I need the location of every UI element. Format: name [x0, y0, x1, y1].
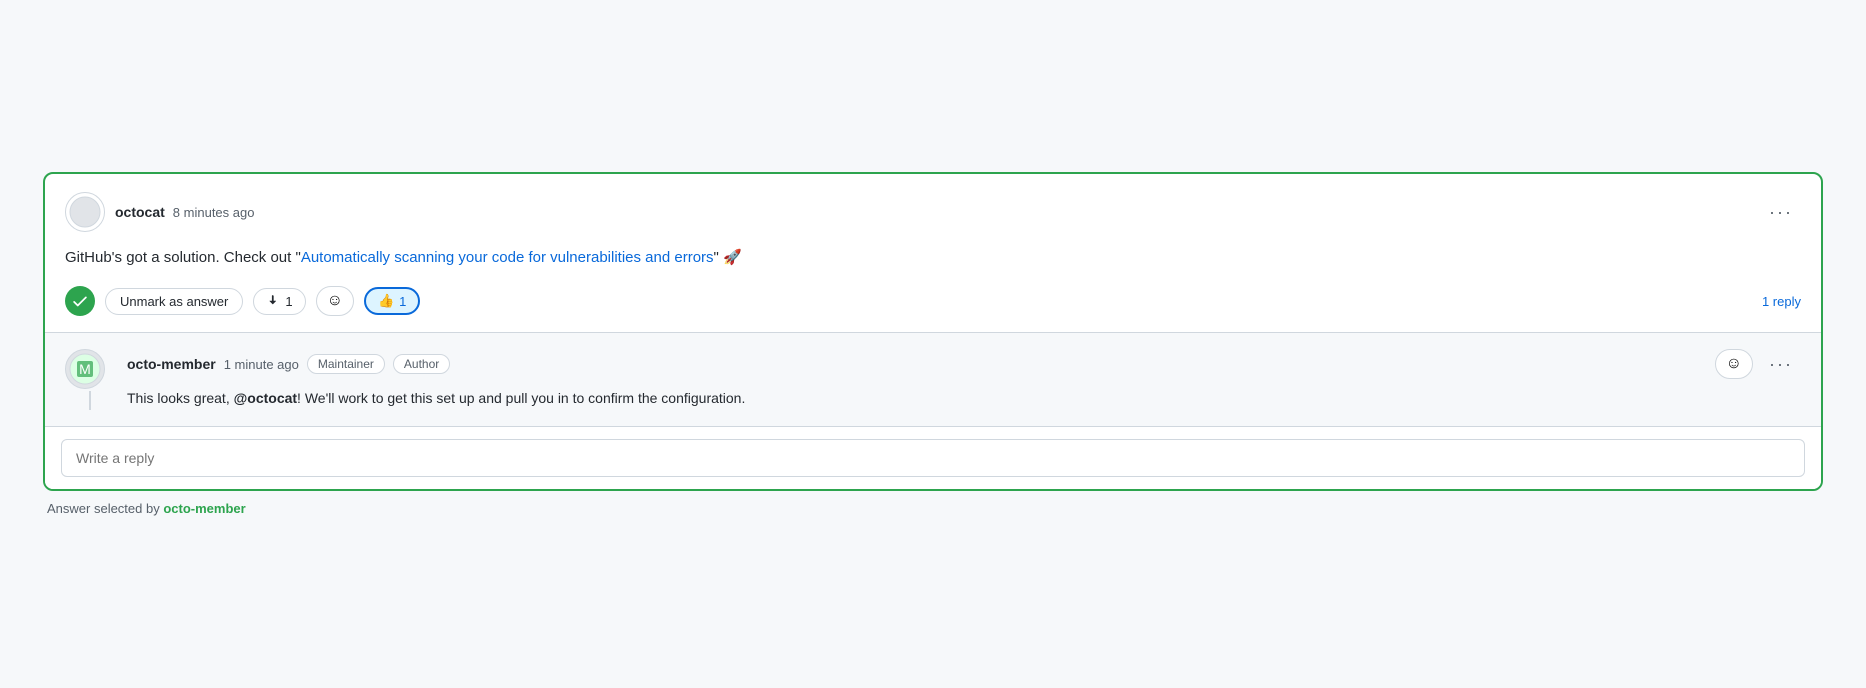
- reply-add-reaction-button[interactable]: ☺: [1715, 349, 1753, 379]
- unmark-answer-button[interactable]: Unmark as answer: [105, 288, 243, 315]
- octocat-icon: 🐱: [69, 196, 101, 228]
- mention-octocat: @octocat: [234, 390, 297, 406]
- article-link[interactable]: Automatically scanning your code for vul…: [301, 249, 714, 266]
- link-emoji: 🚀: [719, 249, 742, 266]
- reply-smiley-icon: ☺: [1726, 355, 1742, 373]
- comment-actions: Unmark as answer 1 ☺ 👍 1 1 reply: [65, 286, 1801, 316]
- svg-text:M: M: [79, 361, 91, 377]
- comment-header: 🐱 octocat 8 minutes ago ···: [65, 192, 1801, 232]
- reply-header: octo-member 1 minute ago Maintainer Auth…: [127, 349, 1801, 379]
- reply-author-name: octo-member: [127, 356, 216, 372]
- write-reply-section: [45, 426, 1821, 489]
- more-options-button[interactable]: ···: [1761, 198, 1801, 227]
- add-reaction-button[interactable]: ☺: [316, 286, 354, 316]
- reply-content: octo-member 1 minute ago Maintainer Auth…: [127, 349, 1801, 409]
- thumbsup-reaction-button[interactable]: 👍 1: [364, 287, 420, 315]
- avatar: 🐱: [65, 192, 105, 232]
- reply-section: M octo-member 1 minute ago Maintainer Au…: [45, 333, 1821, 425]
- thumbsup-emoji: 👍: [378, 293, 394, 309]
- reply-body: This looks great, @octocat! We'll work t…: [127, 387, 1801, 409]
- reply-timestamp: 1 minute ago: [224, 357, 299, 372]
- footer-author: octo-member: [163, 501, 245, 516]
- answer-footer: Answer selected by octo-member: [43, 501, 1823, 516]
- upvote-icon: [266, 294, 280, 308]
- author-info: octocat 8 minutes ago: [115, 204, 1761, 220]
- author-name: octocat: [115, 204, 165, 220]
- top-comment: 🐱 octocat 8 minutes ago ··· GitHub's got…: [45, 174, 1821, 332]
- body-text: GitHub's got a solution. Check out: [65, 249, 296, 266]
- smiley-icon: ☺: [327, 292, 343, 310]
- discussion-card: 🐱 octocat 8 minutes ago ··· GitHub's got…: [43, 172, 1823, 490]
- reply-comment: M octo-member 1 minute ago Maintainer Au…: [65, 349, 1801, 409]
- reply-count[interactable]: 1 reply: [1762, 294, 1801, 309]
- upvote-button[interactable]: 1: [253, 288, 305, 315]
- answer-check-icon[interactable]: [65, 286, 95, 316]
- maintainer-badge: Maintainer: [307, 354, 385, 374]
- reply-more-options-button[interactable]: ···: [1761, 350, 1801, 379]
- write-reply-input[interactable]: [61, 439, 1805, 477]
- member-icon: M: [69, 353, 101, 385]
- thread-line: [89, 391, 91, 409]
- reply-actions: ☺ ···: [1715, 349, 1801, 379]
- thumbsup-count: 1: [399, 294, 406, 309]
- footer-prefix: Answer selected by: [47, 501, 163, 516]
- comment-body: GitHub's got a solution. Check out "Auto…: [65, 246, 1801, 270]
- author-badge: Author: [393, 354, 450, 374]
- discussion-wrapper: 🐱 octocat 8 minutes ago ··· GitHub's got…: [43, 172, 1823, 515]
- member-avatar: M: [65, 349, 105, 389]
- timestamp: 8 minutes ago: [173, 205, 255, 220]
